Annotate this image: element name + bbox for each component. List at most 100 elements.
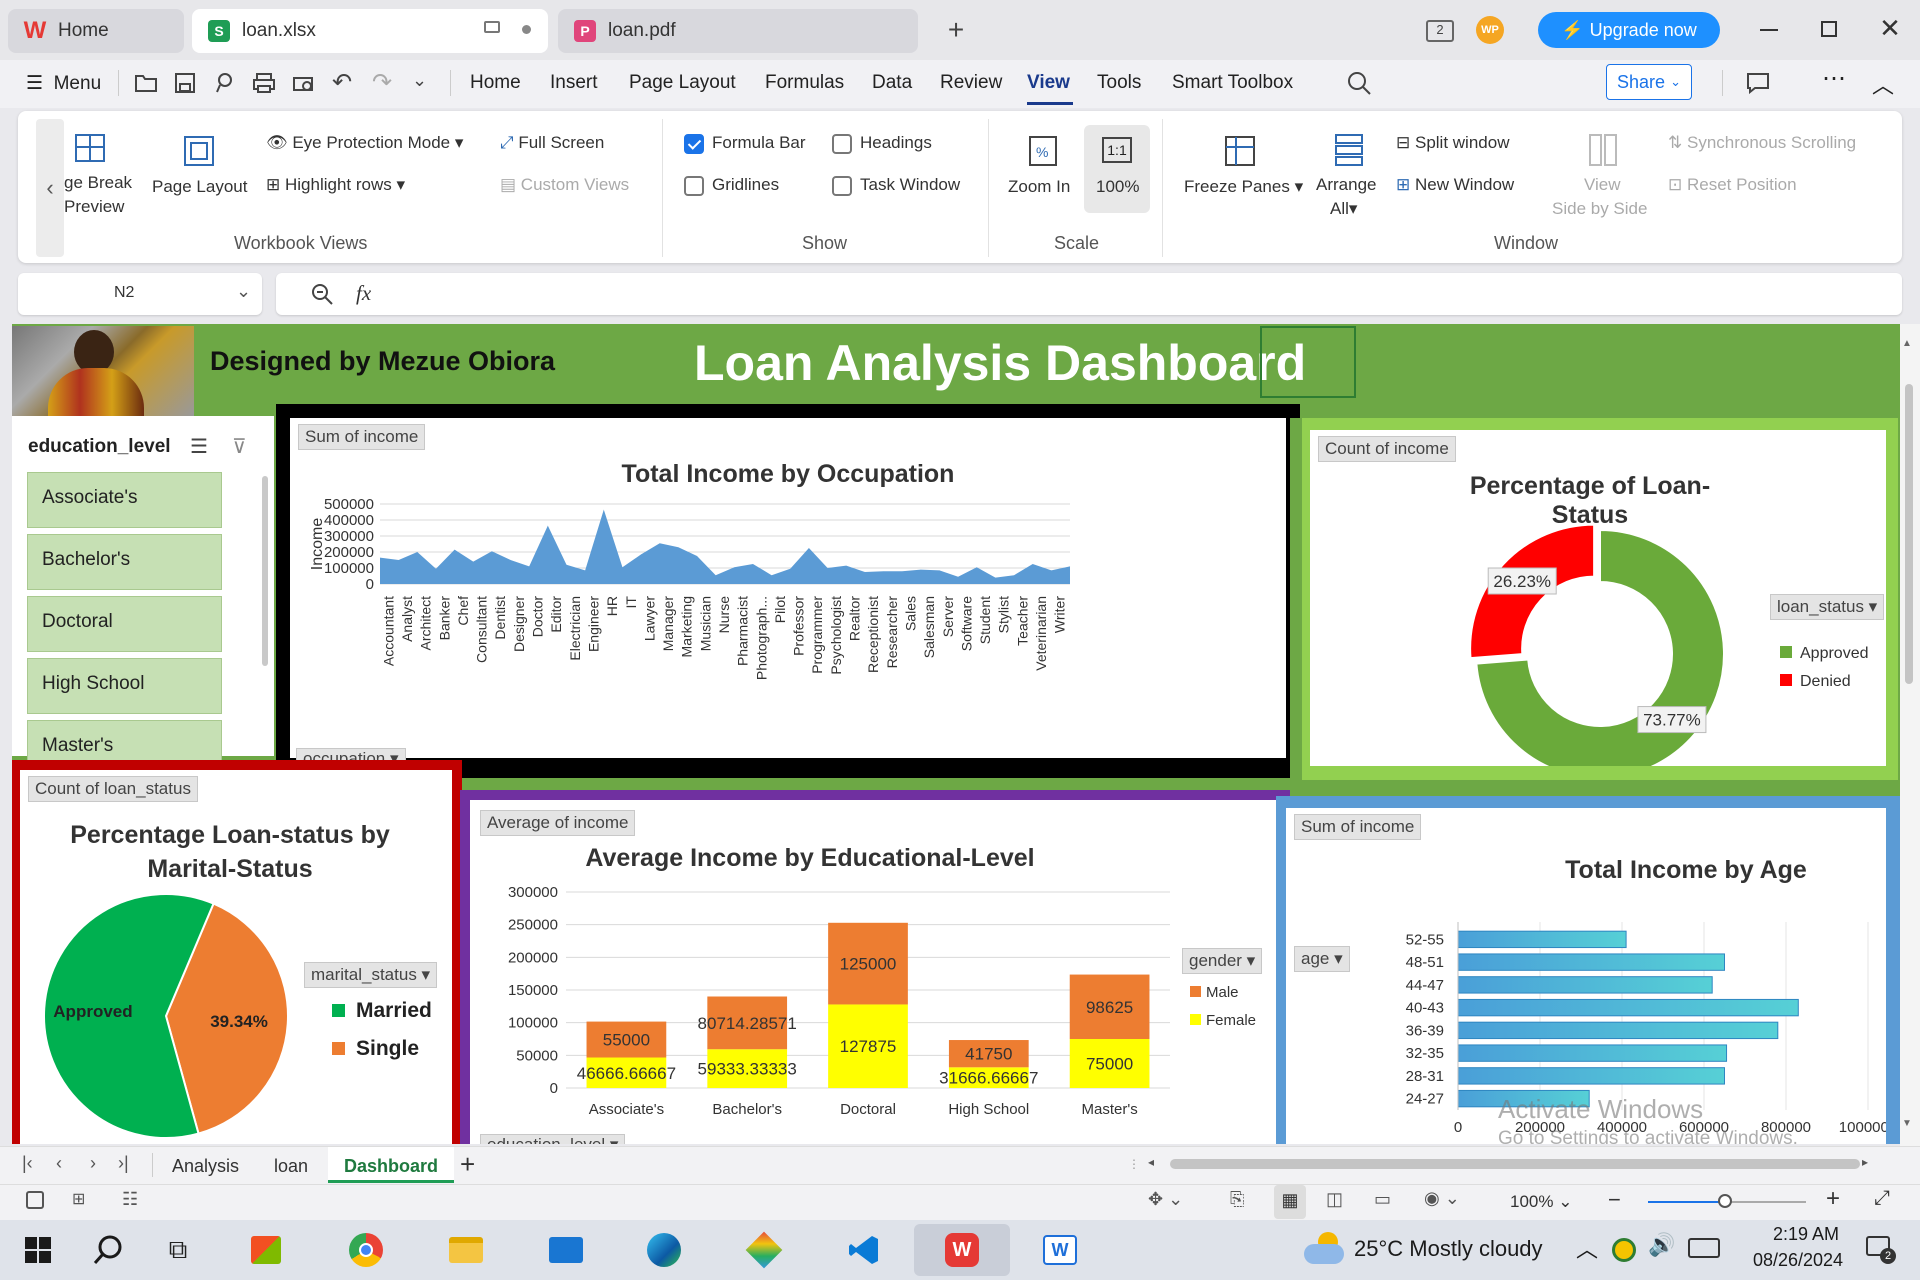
menu-home[interactable]: Home — [470, 72, 521, 94]
selected-cell-n2[interactable] — [1260, 326, 1356, 398]
scroll-up-icon[interactable]: ▲ — [1902, 338, 1912, 349]
zoom-search-icon[interactable] — [310, 282, 334, 306]
unsaved-dot-icon[interactable] — [522, 25, 531, 34]
eye-protection-button[interactable]: 👁 Eye Protection Mode ▾ — [266, 133, 463, 153]
vscode-icon[interactable] — [838, 1228, 890, 1272]
normal-view-icon[interactable]: ▦ — [1274, 1185, 1306, 1219]
zoom-in-icon[interactable]: + — [1826, 1185, 1840, 1213]
macro-icon[interactable] — [26, 1191, 44, 1209]
wps-writer-icon[interactable]: W — [1034, 1228, 1086, 1272]
multi-select-icon[interactable]: ☰ — [190, 434, 208, 459]
more-icon[interactable]: ⋯ — [1822, 64, 1846, 93]
tray-chevron-icon[interactable]: ︿ — [1576, 1232, 1598, 1264]
sheet-tab-loan[interactable]: loan — [274, 1156, 308, 1177]
tab-loan-pdf[interactable]: P loan.pdf — [558, 9, 918, 53]
chevron-down-icon[interactable]: ⌄ — [412, 70, 427, 91]
fullscreen-icon[interactable]: ⤢ — [1874, 1187, 1890, 1210]
formula-input[interactable]: fx — [276, 273, 1902, 315]
menu-formulas[interactable]: Formulas — [765, 72, 844, 94]
zoom-in-button[interactable]: Zoom In — [1008, 177, 1070, 197]
worksheet[interactable]: Designed by Mezue Obiora Loan Analysis D… — [12, 324, 1900, 1144]
page-layout-view-icon[interactable]: ▭ — [1374, 1189, 1391, 1210]
vertical-scroll-thumb[interactable] — [1905, 384, 1913, 684]
clock-date[interactable]: 08/26/2024 — [1738, 1250, 1858, 1271]
share-button[interactable]: Share ⌄ — [1606, 64, 1692, 100]
print-icon[interactable] — [252, 72, 276, 94]
scroll-right-icon[interactable]: ▸ — [1862, 1155, 1868, 1169]
redo-icon[interactable]: ↷ — [372, 68, 392, 97]
record-icon[interactable]: ⊞ — [72, 1189, 85, 1209]
tab-loan-xlsx[interactable]: S loan.xlsx — [192, 9, 548, 53]
zoom-100-button[interactable]: 1:1 100% — [1084, 125, 1150, 213]
clock-time[interactable]: 2:19 AM — [1752, 1224, 1860, 1245]
collapse-ribbon-icon[interactable]: ︿ — [1872, 68, 1894, 100]
export-icon[interactable] — [214, 72, 236, 94]
field-button-loan-status[interactable]: loan_status ▾ — [1770, 594, 1885, 620]
reading-layout-icon[interactable]: ⎘ — [1230, 1189, 1244, 1210]
arrange-all-button[interactable]: Arrange — [1316, 175, 1376, 195]
name-box[interactable]: N2 ⌄ — [18, 273, 262, 315]
slicer-scrollbar[interactable] — [262, 476, 268, 666]
menu-tools[interactable]: Tools — [1097, 72, 1141, 94]
sheet-tab-dashboard[interactable]: Dashboard — [328, 1147, 454, 1183]
fx-icon[interactable]: fx — [356, 281, 371, 306]
save-icon[interactable] — [174, 72, 196, 94]
full-screen-button[interactable]: ⤢ Full Screen — [500, 133, 604, 153]
sheet-tab-analysis[interactable]: Analysis — [172, 1156, 239, 1177]
gridlines-checkbox[interactable]: Gridlines — [684, 175, 779, 196]
comment-icon[interactable] — [1746, 72, 1772, 94]
clear-filter-icon[interactable]: ⊽ — [232, 434, 247, 459]
notification-icon[interactable]: 2 — [1866, 1234, 1896, 1264]
field-button-gender[interactable]: gender ▾ — [1182, 948, 1263, 974]
open-folder-icon[interactable] — [134, 72, 158, 94]
undo-icon[interactable]: ↶ — [332, 68, 352, 97]
scroll-down-icon[interactable]: ▼ — [1902, 1118, 1912, 1129]
new-window-button[interactable]: ⊞ New Window — [1396, 175, 1514, 195]
task-window-checkbox[interactable]: Task Window — [832, 175, 960, 196]
mail-icon[interactable] — [540, 1228, 592, 1272]
git-icon[interactable] — [738, 1228, 790, 1272]
field-button-age[interactable]: age ▾ — [1294, 946, 1350, 972]
headings-checkbox[interactable]: Headings — [832, 133, 932, 154]
custom-views-button[interactable]: ▤ Custom Views — [500, 175, 629, 195]
monitor-icon[interactable] — [484, 21, 500, 33]
field-button-marital-status[interactable]: marital_status ▾ — [304, 962, 438, 988]
menu-view[interactable]: View — [1027, 72, 1070, 94]
slicer-item[interactable]: High School — [27, 658, 222, 714]
view-side-by-side-button[interactable]: View — [1584, 175, 1621, 195]
restore-icon[interactable] — [1821, 21, 1837, 37]
wps-taskbar-icon[interactable]: W — [914, 1224, 1010, 1276]
tab-home[interactable]: W Home — [8, 9, 184, 53]
tray-app-icon[interactable] — [1612, 1238, 1636, 1262]
upgrade-button[interactable]: ⚡ Upgrade now — [1538, 12, 1720, 48]
add-sheet-icon[interactable]: + — [460, 1149, 475, 1180]
eye-view-icon[interactable]: ◉ ⌄ — [1424, 1188, 1460, 1209]
slicer-item[interactable]: Associate's — [27, 472, 222, 528]
scroll-left-icon[interactable]: ◂ — [1148, 1155, 1154, 1169]
weather-text[interactable]: 25°C Mostly cloudy — [1354, 1236, 1543, 1262]
freeze-panes-button[interactable]: Freeze Panes ▾ — [1184, 177, 1303, 197]
taskbar-search-icon[interactable] — [82, 1228, 134, 1272]
minimize-icon[interactable] — [1760, 29, 1778, 31]
page-layout-button[interactable]: Page Layout — [152, 177, 247, 197]
split-window-button[interactable]: ⊟ Split window — [1396, 133, 1509, 153]
vertical-scrollbar[interactable]: ▲ ▼ — [1900, 324, 1920, 1146]
notes-icon[interactable]: ☷ — [122, 1189, 138, 1210]
slicer-item[interactable]: Doctoral — [27, 596, 222, 652]
menu-smart-toolbox[interactable]: Smart Toolbox — [1172, 72, 1293, 94]
reset-position-button[interactable]: ⊡ Reset Position — [1668, 175, 1797, 195]
last-sheet-icon[interactable]: ›| — [118, 1153, 129, 1174]
print-preview-icon[interactable] — [292, 72, 316, 94]
edge-icon[interactable] — [638, 1228, 690, 1272]
menu-page-layout[interactable]: Page Layout — [629, 72, 736, 94]
windows-start-icon[interactable] — [12, 1228, 64, 1272]
menu-review[interactable]: Review — [940, 72, 1002, 94]
window-count-icon[interactable]: 2 — [1426, 20, 1454, 42]
chrome-icon[interactable] — [340, 1228, 392, 1272]
next-sheet-icon[interactable]: › — [90, 1153, 96, 1174]
store-icon[interactable] — [240, 1228, 292, 1272]
slicer-item[interactable]: Bachelor's — [27, 534, 222, 590]
menu-insert[interactable]: Insert — [550, 72, 598, 94]
menu-button[interactable]: ☰ Menu — [26, 72, 101, 95]
first-sheet-icon[interactable]: |‹ — [22, 1153, 33, 1174]
